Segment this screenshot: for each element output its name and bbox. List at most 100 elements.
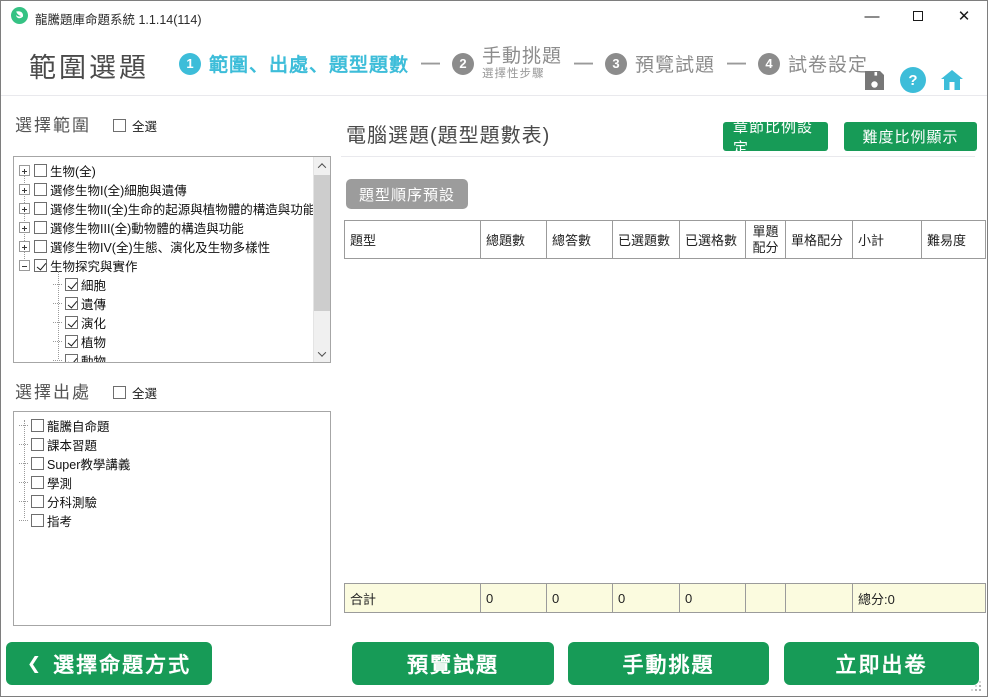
tree-checkbox[interactable] — [34, 259, 47, 272]
col-points-per-cell: 單格配分 — [786, 221, 853, 258]
tree-item[interactable]: 選修生物II(全)生命的起源與植物體的構造與功能 — [19, 199, 330, 218]
tree-checkbox[interactable] — [34, 164, 47, 177]
scroll-down-icon[interactable] — [314, 345, 330, 362]
tree-item[interactable]: 生物探究與實作 — [19, 256, 330, 275]
tree-item[interactable]: 選修生物IV(全)生態、演化及生物多樣性 — [19, 237, 330, 256]
step-2-manual-pick[interactable]: 2 手動挑題 選擇性步驟 — [452, 47, 562, 81]
expand-toggle-icon[interactable] — [19, 165, 30, 176]
step-3-badge: 3 — [605, 53, 627, 75]
scroll-thumb[interactable] — [314, 175, 330, 311]
expand-toggle-icon[interactable] — [19, 203, 30, 214]
totals-label: 合計 — [345, 584, 481, 612]
totals-total-questions: 0 — [481, 584, 547, 612]
tree-item-label: 細胞 — [81, 275, 106, 294]
tree-checkbox[interactable] — [65, 354, 78, 363]
list-item[interactable]: 龍騰自命題 — [19, 416, 330, 435]
col-selected-questions: 已選題數 — [613, 221, 680, 258]
maximize-button[interactable] — [895, 1, 941, 31]
home-button[interactable] — [939, 67, 965, 93]
tree-checkbox[interactable] — [65, 278, 78, 291]
step-separator: — — [572, 53, 595, 75]
list-item-label: 學測 — [47, 473, 72, 492]
source-select-all-checkbox[interactable] — [113, 386, 126, 399]
tree-connector — [53, 284, 62, 285]
home-icon — [940, 69, 964, 91]
tree-item[interactable]: 選修生物I(全)細胞與遺傳 — [19, 180, 330, 199]
close-button[interactable]: ✕ — [941, 1, 987, 31]
totals-score: 總分:0 — [853, 584, 985, 612]
source-checkbox[interactable] — [31, 476, 44, 489]
question-type-preset-button[interactable]: 題型順序預設 — [346, 179, 468, 209]
tree-checkbox[interactable] — [34, 240, 47, 253]
tree-checkbox[interactable] — [65, 335, 78, 348]
tree-item[interactable]: 細胞 — [19, 275, 330, 294]
range-tree-box: 生物(全) 選修生物I(全)細胞與遺傳 選修生物II(全)生命的起源與植物體的構… — [13, 156, 331, 363]
source-select-all-label: 全選 — [132, 383, 157, 402]
tree-checkbox[interactable] — [34, 221, 47, 234]
maximize-icon — [913, 11, 923, 21]
tree-item[interactable]: 遺傳 — [19, 294, 330, 313]
tree-connector — [53, 360, 62, 361]
source-checkbox[interactable] — [31, 514, 44, 527]
tree-item-label: 選修生物IV(全)生態、演化及生物多樣性 — [50, 237, 270, 256]
step-3-preview[interactable]: 3 預覽試題 — [605, 50, 715, 77]
source-checkbox[interactable] — [31, 495, 44, 508]
header-toolbar: ? — [861, 67, 965, 93]
tree-checkbox[interactable] — [34, 202, 47, 215]
back-to-mode-button[interactable]: ❮ 選擇命題方式 — [6, 642, 212, 685]
tree-checkbox[interactable] — [65, 316, 78, 329]
list-item[interactable]: 分科測驗 — [19, 492, 330, 511]
step-2-label: 手動挑題 — [482, 47, 562, 68]
tree-scrollbar[interactable] — [313, 157, 330, 362]
preview-questions-button[interactable]: 預覽試題 — [352, 642, 554, 685]
list-item[interactable]: 課本習題 — [19, 435, 330, 454]
range-select-all[interactable]: 全選 — [113, 116, 157, 135]
range-tree: 生物(全) 選修生物I(全)細胞與遺傳 選修生物II(全)生命的起源與植物體的構… — [14, 157, 330, 362]
tree-item[interactable]: 選修生物III(全)動物體的構造與功能 — [19, 218, 330, 237]
range-section-title: 選擇範圍 — [15, 111, 91, 136]
close-icon: ✕ — [958, 7, 971, 25]
collapse-toggle-icon[interactable] — [19, 260, 30, 271]
app-window: 龍騰題庫命題系統 1.1.14(114) — ✕ 範圍選題 1 範圍、出處、題型… — [0, 0, 988, 697]
picker-title: 電腦選題(題型題數表) — [346, 119, 550, 148]
step-1-range[interactable]: 1 範圍、出處、題型題數 — [179, 50, 409, 77]
step-1-badge: 1 — [179, 53, 201, 75]
source-checkbox[interactable] — [31, 438, 44, 451]
tree-item-label: 動物 — [81, 351, 106, 363]
step-4-label: 試卷設定 — [788, 50, 868, 77]
tree-connector — [53, 303, 62, 304]
tree-item[interactable]: 生物(全) — [19, 161, 330, 180]
manual-pick-button[interactable]: 手動挑題 — [568, 642, 769, 685]
step-separator: — — [419, 53, 442, 75]
totals-selected-cells: 0 — [680, 584, 746, 612]
tree-checkbox[interactable] — [34, 183, 47, 196]
tree-item[interactable]: 植物 — [19, 332, 330, 351]
col-difficulty: 難易度 — [922, 221, 985, 258]
help-button[interactable]: ? — [900, 67, 926, 93]
totals-row: 合計 0 0 0 0 總分:0 — [344, 583, 986, 613]
list-item[interactable]: Super教學講義 — [19, 454, 330, 473]
generate-paper-button[interactable]: 立即出卷 — [784, 642, 979, 685]
list-item[interactable]: 學測 — [19, 473, 330, 492]
list-item[interactable]: 指考 — [19, 511, 330, 530]
chapter-ratio-button[interactable]: 章節比例設定 — [723, 122, 828, 151]
save-button[interactable] — [861, 67, 887, 93]
tree-item[interactable]: 動物 — [19, 351, 330, 363]
tree-checkbox[interactable] — [65, 297, 78, 310]
expand-toggle-icon[interactable] — [19, 241, 30, 252]
source-checkbox[interactable] — [31, 457, 44, 470]
difficulty-ratio-button[interactable]: 難度比例顯示 — [844, 122, 977, 151]
source-checkbox[interactable] — [31, 419, 44, 432]
col-question-type: 題型 — [345, 221, 481, 258]
resize-grip[interactable] — [979, 689, 981, 691]
step-4-paper-settings[interactable]: 4 試卷設定 — [758, 50, 868, 77]
expand-toggle-icon[interactable] — [19, 184, 30, 195]
expand-toggle-icon[interactable] — [19, 222, 30, 233]
range-select-all-label: 全選 — [132, 116, 157, 135]
tree-item[interactable]: 演化 — [19, 313, 330, 332]
step-2-sublabel: 選擇性步驟 — [482, 68, 562, 81]
source-select-all[interactable]: 全選 — [113, 383, 157, 402]
range-select-all-checkbox[interactable] — [113, 119, 126, 132]
minimize-button[interactable]: — — [849, 1, 895, 31]
scroll-up-icon[interactable] — [314, 157, 330, 174]
